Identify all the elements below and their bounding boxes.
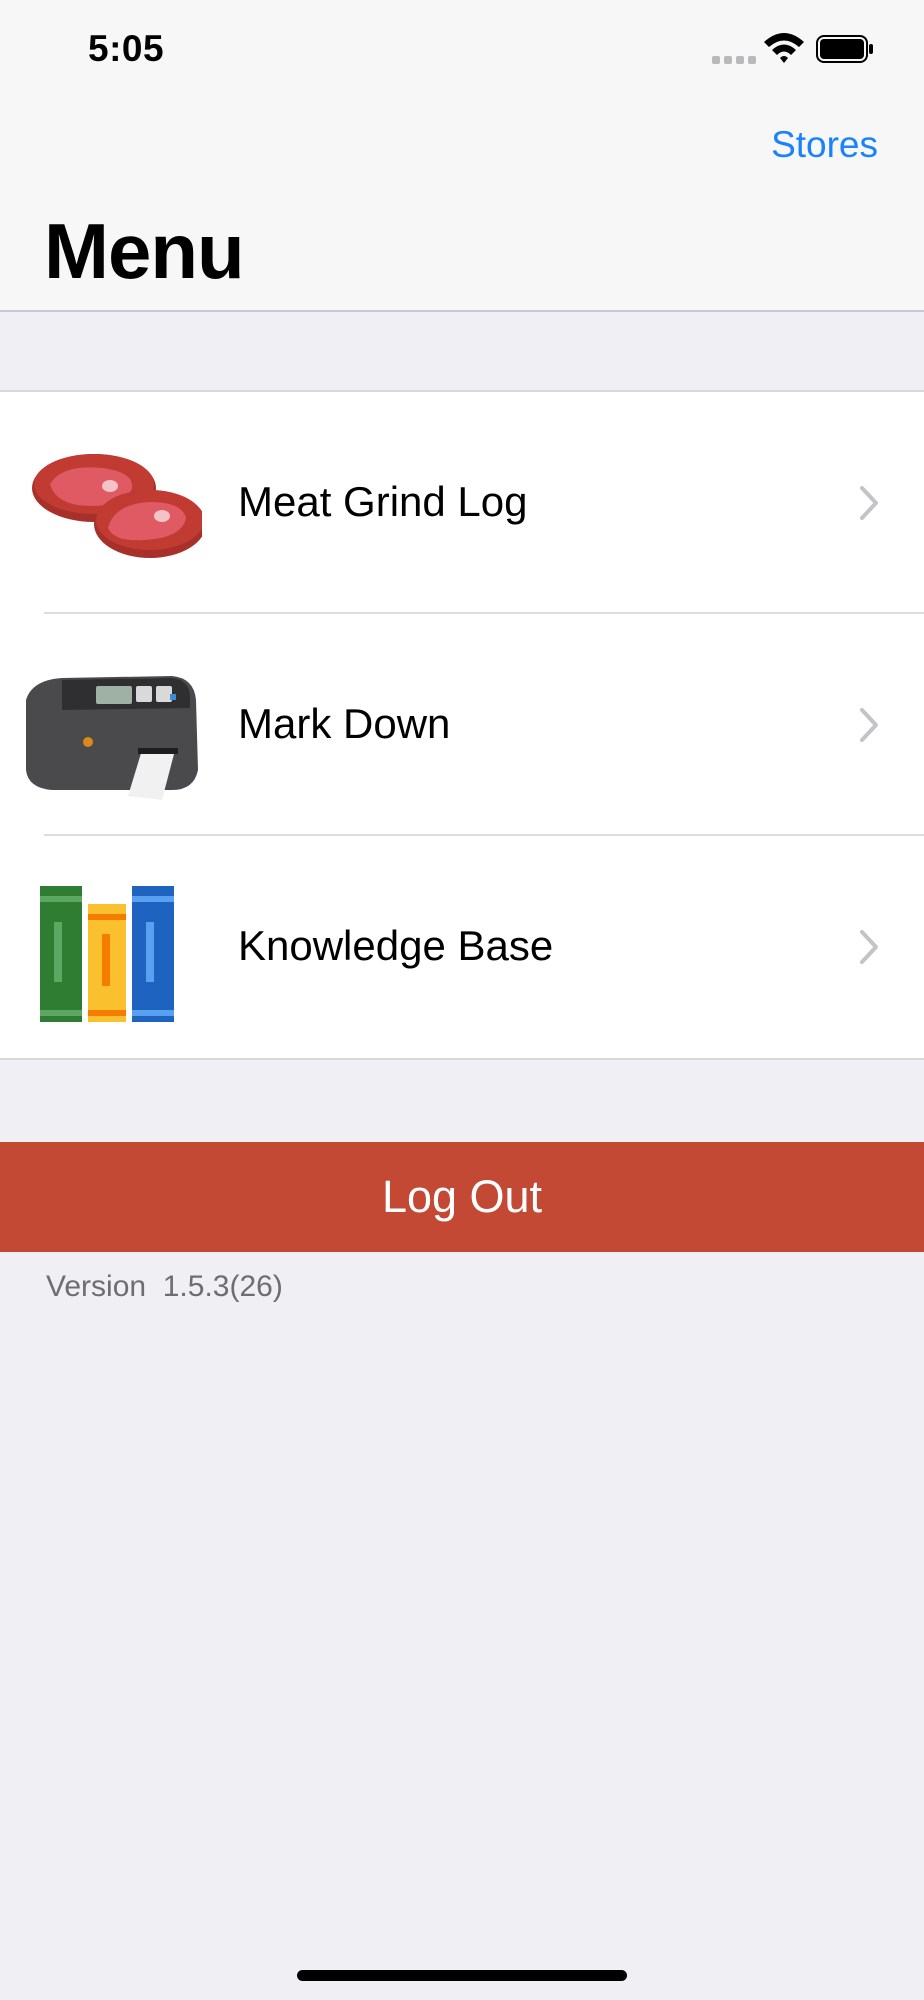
meat-steaks-icon xyxy=(32,454,202,558)
chevron-right-icon xyxy=(860,930,878,964)
cellular-signal-icon xyxy=(712,56,756,64)
wifi-icon xyxy=(764,33,804,63)
menu-item-knowledge-base[interactable]: Knowledge Base xyxy=(0,836,924,1058)
status-time: 5:05 xyxy=(88,28,165,69)
books-icon xyxy=(40,886,174,1022)
chevron-right-icon xyxy=(860,486,878,520)
menu-item-label: Knowledge Base xyxy=(238,922,554,969)
log-out-button[interactable]: Log Out xyxy=(0,1142,924,1252)
menu-list: Meat Grind Log Mark Down Knowledge Base xyxy=(0,390,924,1060)
status-bar: 5:05 xyxy=(0,0,924,100)
menu-item-label: Meat Grind Log xyxy=(238,478,528,525)
label-printer-icon xyxy=(26,676,198,800)
home-indicator[interactable] xyxy=(297,1970,627,1981)
navigation-bar: Stores Menu xyxy=(0,100,924,312)
menu-item-label: Mark Down xyxy=(238,700,451,747)
version-label: Version 1.5.3(26) xyxy=(46,1270,283,1303)
menu-item-meat-grind-log[interactable]: Meat Grind Log xyxy=(0,392,924,614)
page-title: Menu xyxy=(44,207,245,295)
battery-icon xyxy=(816,35,873,63)
menu-item-mark-down[interactable]: Mark Down xyxy=(0,614,924,836)
chevron-right-icon xyxy=(860,708,878,742)
stores-button[interactable]: Stores xyxy=(771,124,878,166)
